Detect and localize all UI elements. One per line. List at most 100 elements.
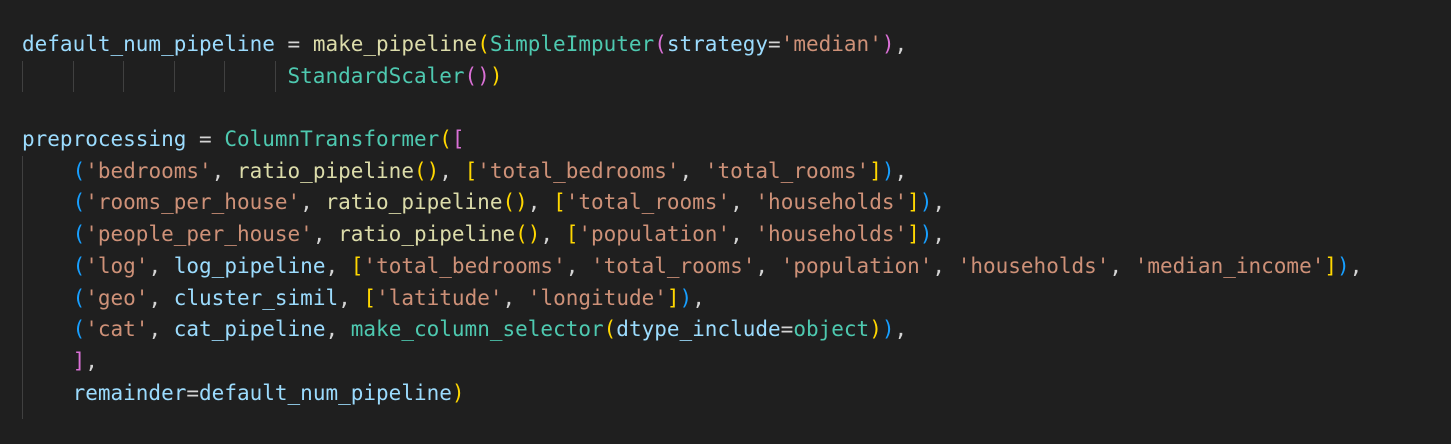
code-token: , — [894, 317, 908, 342]
code-token: ) — [881, 158, 895, 183]
code-token: ) — [881, 317, 895, 342]
code-token: , — [312, 222, 339, 247]
code-token: 'total_rooms' — [565, 190, 731, 215]
code-token: ) — [919, 222, 933, 247]
code-token: 'total_rooms' — [704, 158, 870, 183]
code-token: ) — [881, 32, 895, 56]
code-token: , — [439, 158, 465, 183]
code-token: SimpleImputer — [489, 32, 655, 56]
code-token: ( — [72, 222, 86, 247]
code-token: 'median' — [780, 32, 882, 56]
code-token: , — [527, 190, 554, 215]
code-token: ( — [72, 317, 86, 342]
code-token: make_column_selector — [350, 317, 604, 342]
code-token: log_pipeline — [173, 253, 326, 278]
code-token: [ — [464, 158, 478, 183]
code-line[interactable]: remainder=default_num_pipeline) — [22, 378, 1362, 410]
code-token: StandardScaler — [287, 63, 465, 88]
code-token: [ — [451, 127, 465, 152]
code-token: ( — [603, 317, 617, 342]
code-token: () — [502, 190, 528, 215]
code-token: dtype_include — [616, 317, 781, 342]
code-token: ] — [907, 222, 920, 247]
code-token: , — [148, 253, 174, 278]
code-token: , — [679, 158, 705, 183]
code-line[interactable]: ('bedrooms', ratio_pipeline(), ['total_b… — [22, 156, 1362, 188]
code-line[interactable]: preprocessing = ColumnTransformer([ — [22, 124, 1362, 156]
code-line[interactable]: ('geo', cluster_simil, ['latitude', 'lon… — [22, 283, 1362, 315]
code-token: , — [540, 222, 566, 247]
code-token: cluster_simil — [173, 285, 339, 310]
code-token: , — [148, 317, 174, 342]
code-token: , — [85, 348, 98, 373]
code-token: , — [894, 158, 908, 183]
code-token: ( — [72, 253, 86, 278]
code-token: , — [932, 253, 958, 278]
code-token: , — [730, 190, 756, 215]
code-token: = — [780, 317, 794, 342]
code-token: ) — [869, 317, 882, 342]
code-token: 'rooms_per_house' — [85, 190, 301, 215]
code-token: 'median_income' — [1134, 253, 1325, 278]
code-token: preprocessing — [22, 127, 187, 152]
code-line[interactable]: ('rooms_per_house', ratio_pipeline(), ['… — [22, 187, 1362, 219]
code-line[interactable]: ], — [22, 346, 1362, 378]
code-token: 'geo' — [85, 285, 149, 310]
code-token: 'cat' — [85, 317, 149, 342]
code-token: 'households' — [957, 253, 1110, 278]
code-line[interactable]: ('cat', cat_pipeline, make_column_select… — [22, 314, 1362, 346]
code-token: ( — [72, 158, 86, 183]
code-editor[interactable]: default_num_pipeline = make_pipeline(Sim… — [0, 0, 1451, 444]
code-token: ) — [477, 63, 490, 88]
code-token: ( — [439, 127, 452, 152]
code-token: ] — [1324, 253, 1338, 278]
code-line[interactable] — [22, 92, 1362, 124]
code-token: ratio_pipeline — [325, 190, 503, 215]
code-token: ) — [1337, 253, 1350, 278]
code-line[interactable]: StandardScaler()) — [22, 61, 1362, 93]
code-token: 'bedrooms' — [85, 158, 212, 183]
code-line[interactable]: ('people_per_house', ratio_pipeline(), [… — [22, 219, 1362, 251]
code-token: , — [692, 285, 705, 310]
code-token: ) — [489, 63, 503, 88]
code-token: , — [565, 253, 592, 278]
code-token: () — [515, 222, 541, 247]
code-line[interactable]: default_num_pipeline = make_pipeline(Sim… — [22, 29, 1362, 61]
code-token: make_pipeline — [312, 32, 478, 56]
code-token: ( — [72, 285, 86, 310]
code-token: 'log' — [85, 253, 149, 278]
code-token: , — [325, 253, 351, 278]
code-token: ) — [919, 190, 933, 215]
code-token: = — [186, 127, 225, 152]
code-token: ] — [907, 190, 920, 215]
code-token: ( — [654, 32, 667, 56]
code-line[interactable]: ('log', log_pipeline, ['total_bedrooms',… — [22, 251, 1363, 283]
code-token: , — [755, 253, 781, 278]
code-area[interactable]: default_num_pipeline = make_pipeline(Sim… — [22, 29, 1362, 409]
code-token: ( — [477, 32, 490, 56]
code-token: () — [413, 158, 440, 183]
code-token: , — [325, 317, 351, 342]
code-token: 'population' — [578, 222, 731, 247]
code-token: , — [300, 190, 326, 215]
code-token: [ — [553, 190, 566, 215]
code-token: [ — [350, 253, 364, 278]
code-token: default_num_pipeline — [22, 32, 275, 56]
code-token: object — [793, 317, 870, 342]
code-token: 'households' — [755, 190, 908, 215]
code-token: = — [274, 32, 313, 56]
code-token: 'latitude' — [376, 285, 503, 310]
code-token: ColumnTransformer — [224, 127, 440, 152]
code-token: ( — [72, 190, 86, 215]
code-token: , — [502, 285, 528, 310]
code-token: , — [1349, 253, 1363, 278]
code-token: 'people_per_house' — [85, 222, 313, 247]
